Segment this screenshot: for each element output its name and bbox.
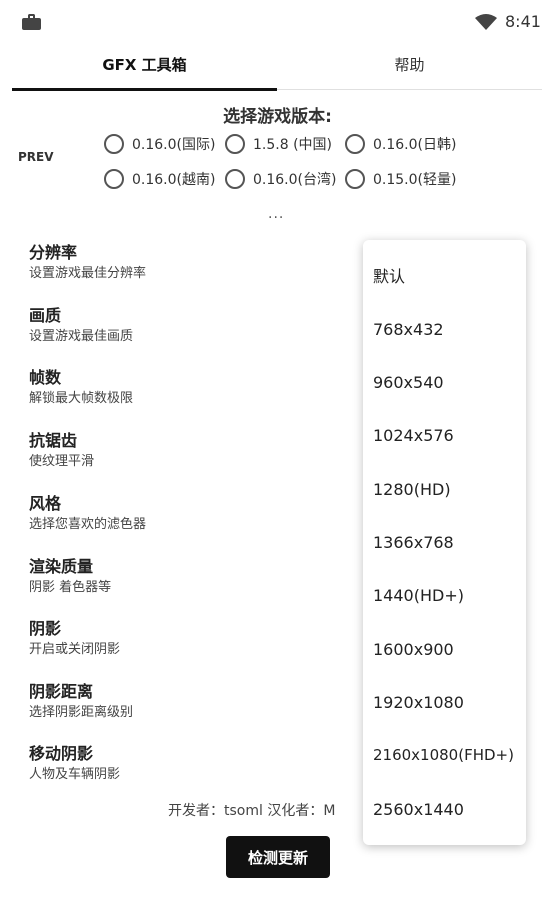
setting-style[interactable]: 风格 选择您喜欢的滤色器 xyxy=(29,494,359,534)
setting-title: 移动阴影 xyxy=(29,744,94,763)
version-radio-lite[interactable]: 0.15.0(轻量) xyxy=(345,167,456,191)
setting-desc: 人物及车辆阴影 xyxy=(29,767,121,782)
setting-desc: 阴影 着色器等 xyxy=(29,580,112,595)
dropdown-option-1280-hd[interactable]: 1280(HD) xyxy=(373,474,451,504)
status-time: 8:41 xyxy=(505,12,541,31)
radio-circle-icon xyxy=(225,134,245,154)
version-radio-china[interactable]: 1.5.8 (中国) xyxy=(225,132,332,156)
dropdown-option-2160x1080-fhdplus[interactable]: 2160x1080(FHD+) xyxy=(373,740,514,770)
dropdown-option-1366x768[interactable]: 1366x768 xyxy=(373,527,454,557)
briefcase-icon xyxy=(22,14,41,30)
setting-title: 帧数 xyxy=(29,368,62,387)
setting-title: 风格 xyxy=(29,494,62,513)
dropdown-option-768x432[interactable]: 768x432 xyxy=(373,314,444,344)
setting-desc: 解锁最大帧数极限 xyxy=(29,391,134,406)
radio-circle-icon xyxy=(225,169,245,189)
setting-desc: 选择您喜欢的滤色器 xyxy=(29,517,147,532)
setting-title: 阴影 xyxy=(29,619,62,638)
setting-title: 画质 xyxy=(29,306,62,325)
version-option-label: 0.16.0(日韩) xyxy=(373,137,457,153)
check-update-button[interactable]: 检测更新 xyxy=(226,836,330,878)
setting-title: 渲染质量 xyxy=(29,557,94,576)
setting-shadow[interactable]: 阴影 开启或关闭阴影 xyxy=(29,619,359,659)
setting-shadow-distance[interactable]: 阴影距离 选择阴影距离级别 xyxy=(29,682,359,722)
radio-circle-icon xyxy=(345,134,365,154)
tab-bar: GFX 工具箱 帮助 xyxy=(12,38,542,91)
setting-render-quality[interactable]: 渲染质量 阴影 着色器等 xyxy=(29,557,359,597)
setting-desc: 选择阴影距离级别 xyxy=(29,705,134,720)
version-option-label: 0.15.0(轻量) xyxy=(373,172,457,188)
radio-circle-icon xyxy=(104,134,124,154)
radio-circle-icon xyxy=(345,169,365,189)
tab-indicator xyxy=(12,88,277,91)
setting-title: 抗锯齿 xyxy=(29,431,78,450)
version-option-label: 0.16.0(越南) xyxy=(132,172,216,188)
dropdown-option-960x540[interactable]: 960x540 xyxy=(373,367,444,397)
tab-help[interactable]: 帮助 xyxy=(277,38,542,90)
setting-desc: 设置游戏最佳画质 xyxy=(29,329,134,344)
dropdown-option-1600x900[interactable]: 1600x900 xyxy=(373,634,454,664)
version-title: 选择游戏版本: xyxy=(223,107,332,127)
dropdown-option-2560x1440[interactable]: 2560x1440 xyxy=(373,794,464,824)
setting-desc: 开启或关闭阴影 xyxy=(29,642,121,657)
setting-fps[interactable]: 帧数 解锁最大帧数极限 xyxy=(29,368,359,408)
setting-quality[interactable]: 画质 设置游戏最佳画质 xyxy=(29,306,359,346)
setting-antialiasing[interactable]: 抗锯齿 使纹理平滑 xyxy=(29,431,359,471)
dropdown-option-1920x1080[interactable]: 1920x1080 xyxy=(373,687,464,717)
developer-credit: 开发者：tsoml 汉化者：M xyxy=(168,803,336,819)
dropdown-option-1440-hdplus[interactable]: 1440(HD+) xyxy=(373,580,464,610)
setting-desc: 设置游戏最佳分辨率 xyxy=(29,266,147,281)
setting-desc: 使纹理平滑 xyxy=(29,454,95,469)
version-option-label: 0.16.0(台湾) xyxy=(253,172,337,188)
setting-title: 阴影距离 xyxy=(29,682,94,701)
version-radio-global[interactable]: 0.16.0(国际) xyxy=(104,132,215,156)
version-radio-jpkr[interactable]: 0.16.0(日韩) xyxy=(345,132,456,156)
prev-label: PREV xyxy=(18,150,54,164)
version-option-label: 1.5.8 (中国) xyxy=(253,137,332,153)
tab-gfx-toolbox[interactable]: GFX 工具箱 xyxy=(12,38,277,90)
dropdown-option-default[interactable]: 默认 xyxy=(373,260,405,290)
resolution-dropdown: 默认 768x432 960x540 1024x576 1280(HD) 136… xyxy=(363,240,526,845)
wifi-icon xyxy=(475,14,497,30)
radio-circle-icon xyxy=(104,169,124,189)
version-option-label: 0.16.0(国际) xyxy=(132,137,216,153)
setting-title: 分辨率 xyxy=(29,243,78,262)
version-radio-taiwan[interactable]: 0.16.0(台湾) xyxy=(225,167,336,191)
setting-resolution[interactable]: 分辨率 设置游戏最佳分辨率 xyxy=(29,243,359,283)
version-radio-vietnam[interactable]: 0.16.0(越南) xyxy=(104,167,215,191)
dropdown-option-1024x576[interactable]: 1024x576 xyxy=(373,420,454,450)
setting-dynamic-shadow[interactable]: 移动阴影 人物及车辆阴影 xyxy=(29,744,359,784)
more-icon[interactable]: ... xyxy=(268,206,284,222)
